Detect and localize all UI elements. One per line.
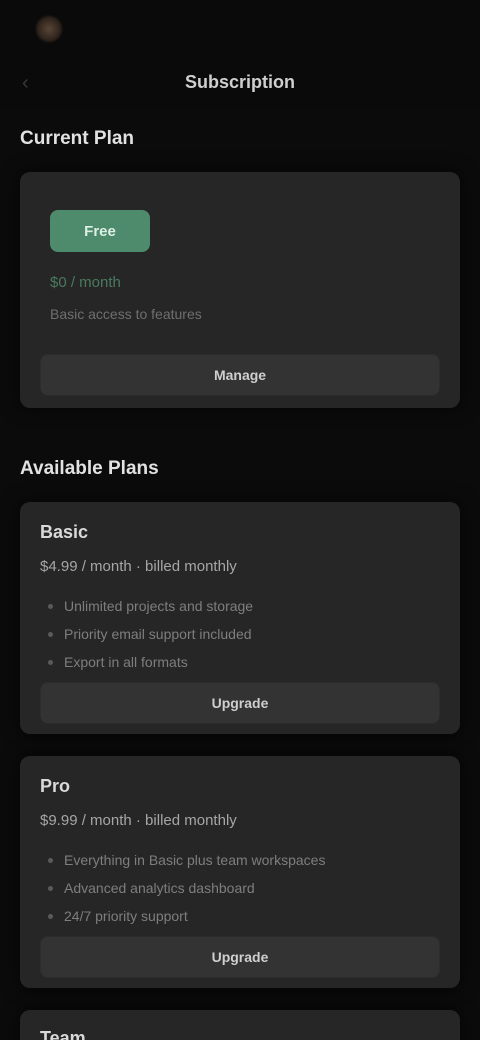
feature-list: Unlimited projects and storage Priority …	[47, 592, 253, 676]
plan-card-basic: Basic $4.99 / month · billed monthly Unl…	[20, 502, 460, 734]
upgrade-pro-button[interactable]: Upgrade	[40, 936, 440, 978]
plan-name: Team	[40, 1028, 86, 1040]
feature-item: Unlimited projects and storage	[47, 592, 253, 620]
plan-badge: Free	[50, 210, 150, 252]
current-plan-card: Free $0 / month Basic access to features…	[20, 172, 460, 408]
feature-list: Everything in Basic plus team workspaces…	[47, 846, 325, 930]
plan-price-line: $9.99 / month · billed monthly	[40, 812, 237, 829]
current-plan-heading: Current Plan	[20, 128, 135, 149]
plan-card-team: Team	[20, 1010, 460, 1040]
feature-item: Everything in Basic plus team workspaces	[47, 846, 325, 874]
feature-item: Advanced analytics dashboard	[47, 874, 325, 902]
app-logo	[36, 16, 62, 42]
current-plan-price: $0 / month	[50, 274, 121, 291]
feature-item: Export in all formats	[47, 648, 253, 676]
plan-card-pro: Pro $9.99 / month · billed monthly Every…	[20, 756, 460, 988]
page-title: Subscription	[184, 72, 295, 92]
top-bar: ‹ Subscription	[0, 0, 480, 110]
plan-name: Basic	[40, 522, 89, 542]
plan-name: Pro	[40, 776, 71, 796]
manage-plan-button[interactable]: Manage	[40, 354, 440, 396]
arrow-left-icon[interactable]: ‹	[22, 72, 44, 94]
feature-item: Priority email support included	[47, 620, 253, 648]
upgrade-basic-button[interactable]: Upgrade	[40, 682, 440, 724]
current-plan-note: Basic access to features	[50, 306, 202, 322]
subscription-screen: ‹ Subscription Current Plan Free $0 / mo…	[0, 0, 480, 1040]
available-plans-heading: Available Plans	[20, 458, 159, 479]
plan-price-line: $4.99 / month · billed monthly	[40, 558, 237, 575]
feature-item: 24/7 priority support	[47, 902, 325, 930]
